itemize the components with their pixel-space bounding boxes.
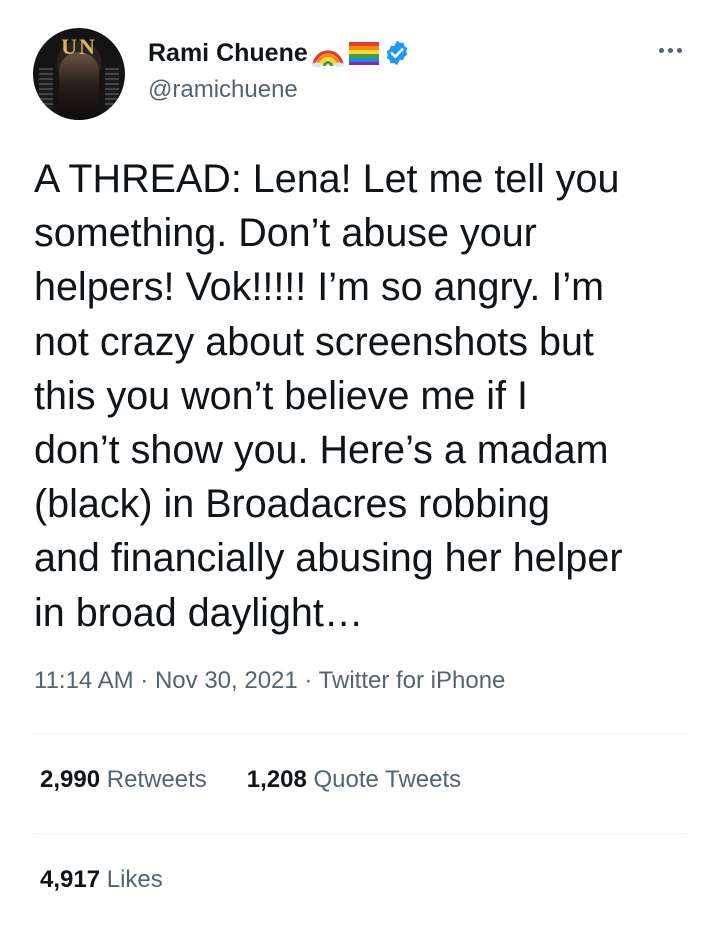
retweets-stat[interactable]: 2,990 Retweets: [40, 766, 207, 794]
avatar-cover-text: [39, 68, 53, 108]
author-name-row: Rami Chuene: [148, 36, 411, 70]
retweets-count: 2,990: [40, 766, 101, 793]
likes-label: Likes: [106, 866, 163, 893]
divider: [34, 733, 686, 734]
tweet-date[interactable]: Nov 30, 2021: [155, 667, 298, 694]
tweet-meta: 11:14 AM · Nov 30, 2021 · Twitter for iP…: [34, 667, 505, 695]
engagement-stats: 2,990 Retweets 1,208 Quote Tweets: [40, 766, 461, 794]
author-name[interactable]: Rami Chuene: [148, 39, 308, 68]
avatar-cover-text: [105, 68, 119, 108]
rainbow-icon: [311, 50, 344, 68]
tweet-text: A THREAD: Lena! Let me tell you somethin…: [34, 157, 623, 635]
tweet-time[interactable]: 11:14 AM: [34, 667, 134, 694]
divider: [34, 833, 686, 834]
quote-tweets-count: 1,208: [246, 766, 307, 793]
more-options-icon[interactable]: [650, 40, 690, 60]
author-handle[interactable]: @ramichuene: [148, 76, 298, 104]
dot: [676, 47, 682, 53]
rainbow-flag-icon: [348, 42, 379, 65]
avatar[interactable]: UN: [33, 28, 125, 120]
verified-badge-icon: [386, 40, 408, 66]
likes-stat[interactable]: 4,917 Likes: [40, 866, 163, 894]
avatar-figure: [59, 52, 99, 120]
avatar-masthead: UN: [61, 34, 97, 59]
dot: [658, 47, 664, 53]
dot: [667, 47, 673, 53]
tweet-source[interactable]: Twitter for iPhone: [319, 667, 506, 694]
retweets-label: Retweets: [106, 766, 207, 793]
likes-count: 4,917: [40, 866, 101, 893]
meta-separator: ·: [140, 667, 149, 694]
meta-separator: ·: [304, 667, 313, 694]
quote-tweets-label: Quote Tweets: [313, 766, 462, 793]
quote-tweets-stat[interactable]: 1,208 Quote Tweets: [247, 766, 461, 794]
